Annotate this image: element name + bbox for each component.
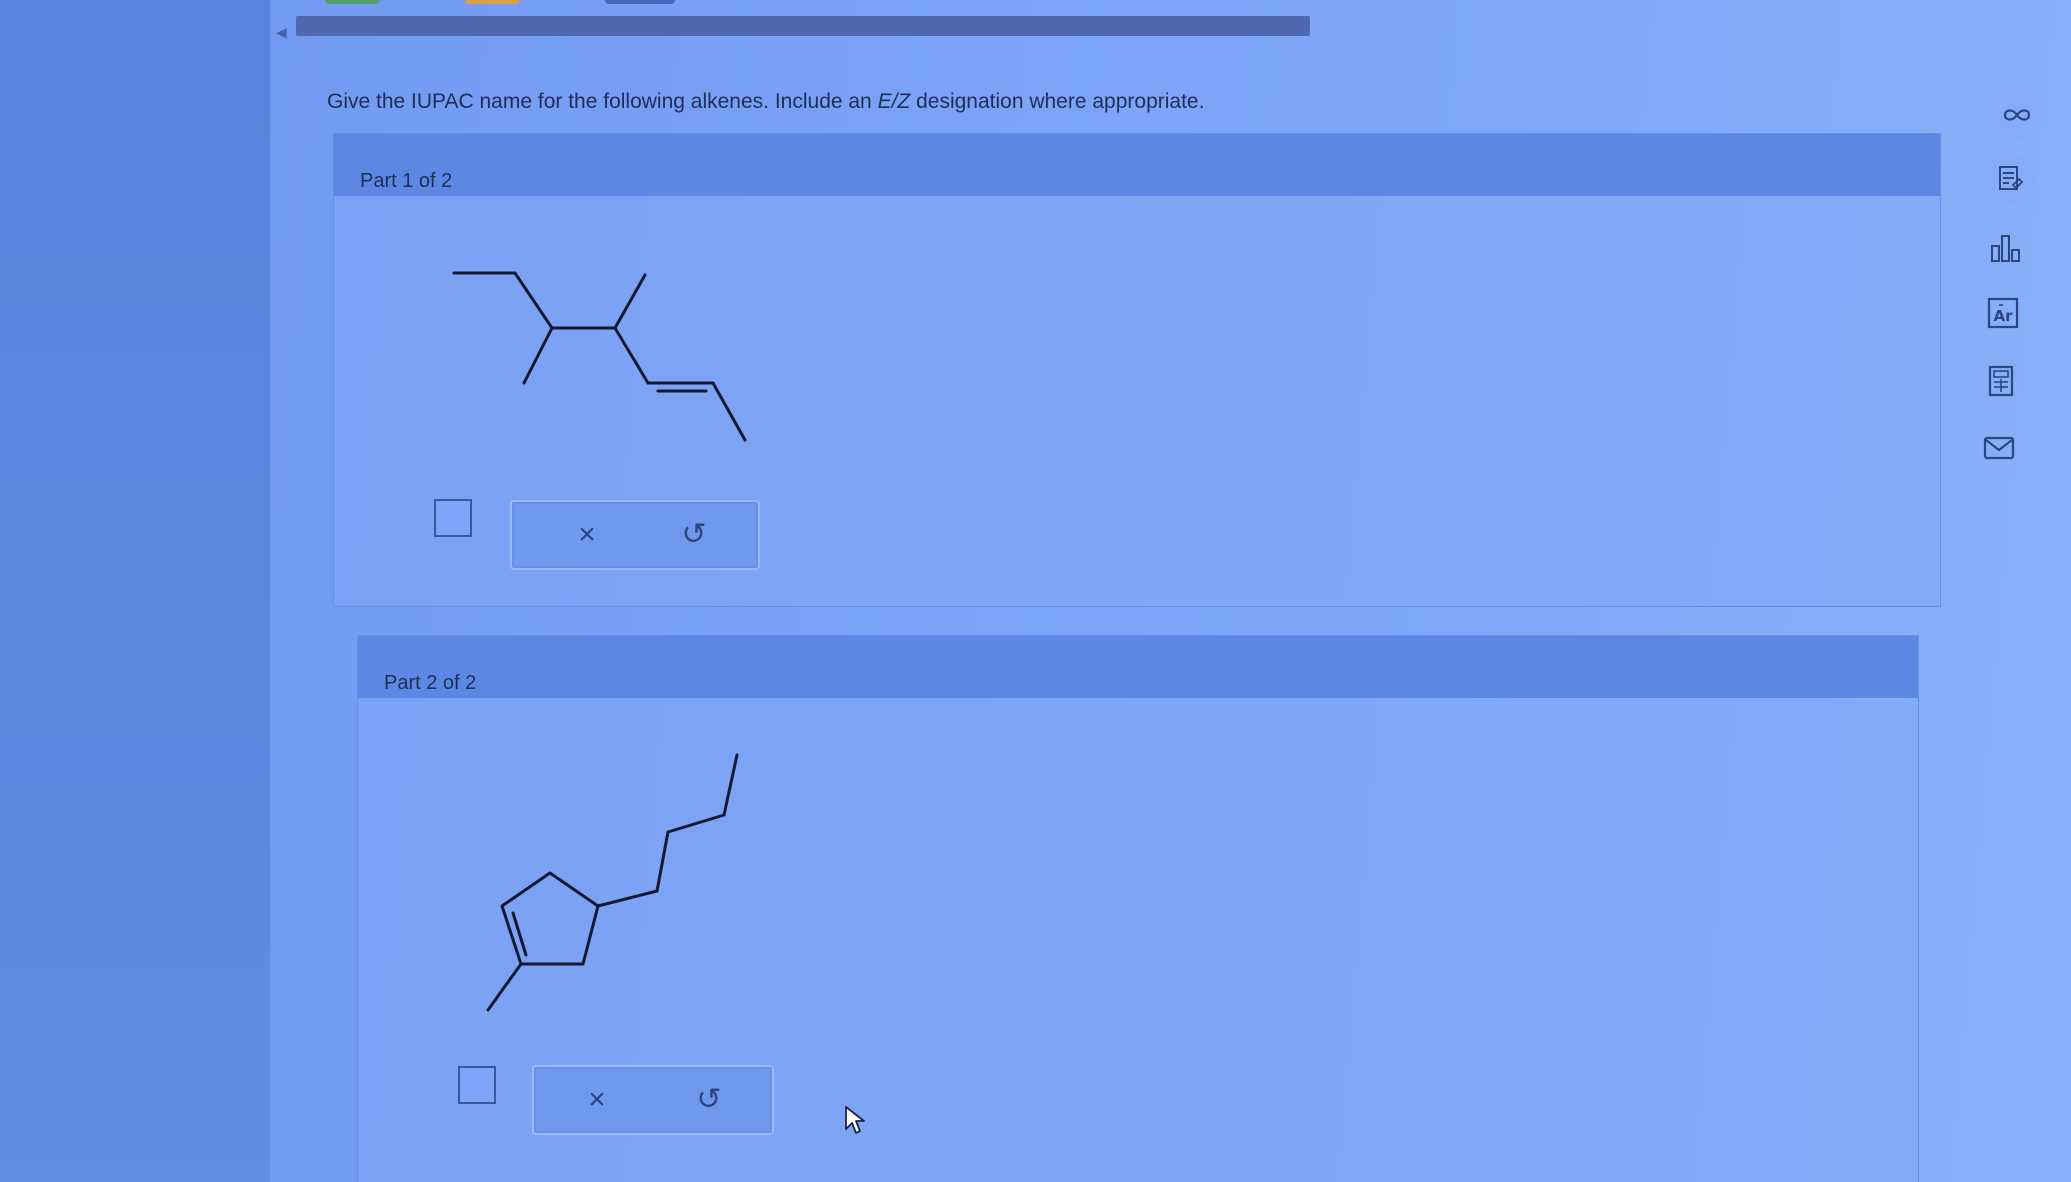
part-1-title: Part 1 of 2 — [360, 170, 453, 192]
mail-icon[interactable] — [1978, 427, 2020, 469]
part-2-answer-checkbox[interactable] — [458, 1066, 496, 1104]
part-1-undo-button[interactable]: ↺ — [654, 502, 734, 568]
part-1-answer-box[interactable]: × ↺ — [510, 500, 760, 570]
part-1-molecule-structure — [452, 271, 747, 442]
question-prefix: Give the IUPAC name for the following al… — [327, 90, 878, 113]
periodic-table-icon[interactable]: Ar — [1982, 292, 2024, 334]
notes-icon[interactable] — [1985, 154, 2035, 204]
question-ez: E/Z — [877, 90, 911, 113]
svg-text:Ar: Ar — [1993, 307, 2013, 325]
question-text: Give the IUPAC name for the following al… — [327, 90, 1204, 114]
calculator-icon[interactable] — [1980, 360, 2022, 402]
top-tab-orange[interactable] — [465, 0, 520, 4]
infinity-icon[interactable] — [1992, 90, 2042, 140]
left-sidebar — [0, 0, 270, 1182]
part-2-clear-button[interactable]: × — [557, 1067, 637, 1133]
progress-bar — [296, 16, 1310, 36]
part-1-header: Part 1 of 2 — [334, 134, 1940, 196]
mouse-cursor-icon — [845, 1106, 865, 1134]
part-1-answer-checkbox[interactable] — [434, 499, 472, 537]
part-2-undo-button[interactable]: ↺ — [669, 1067, 749, 1133]
part-1-clear-button[interactable]: × — [547, 502, 627, 568]
bar-chart-icon[interactable] — [1985, 227, 2027, 269]
question-suffix: designation where appropriate. — [910, 90, 1205, 113]
top-tab-green[interactable] — [325, 0, 380, 4]
part-2-title: Part 2 of 2 — [384, 672, 477, 694]
back-chevron-icon[interactable]: ◀ — [276, 25, 287, 39]
part-2-answer-box[interactable]: × ↺ — [532, 1065, 774, 1135]
part-2-header: Part 2 of 2 — [358, 636, 1918, 698]
part-2-molecule-structure — [486, 753, 739, 1012]
top-tab-blue[interactable] — [605, 0, 675, 4]
